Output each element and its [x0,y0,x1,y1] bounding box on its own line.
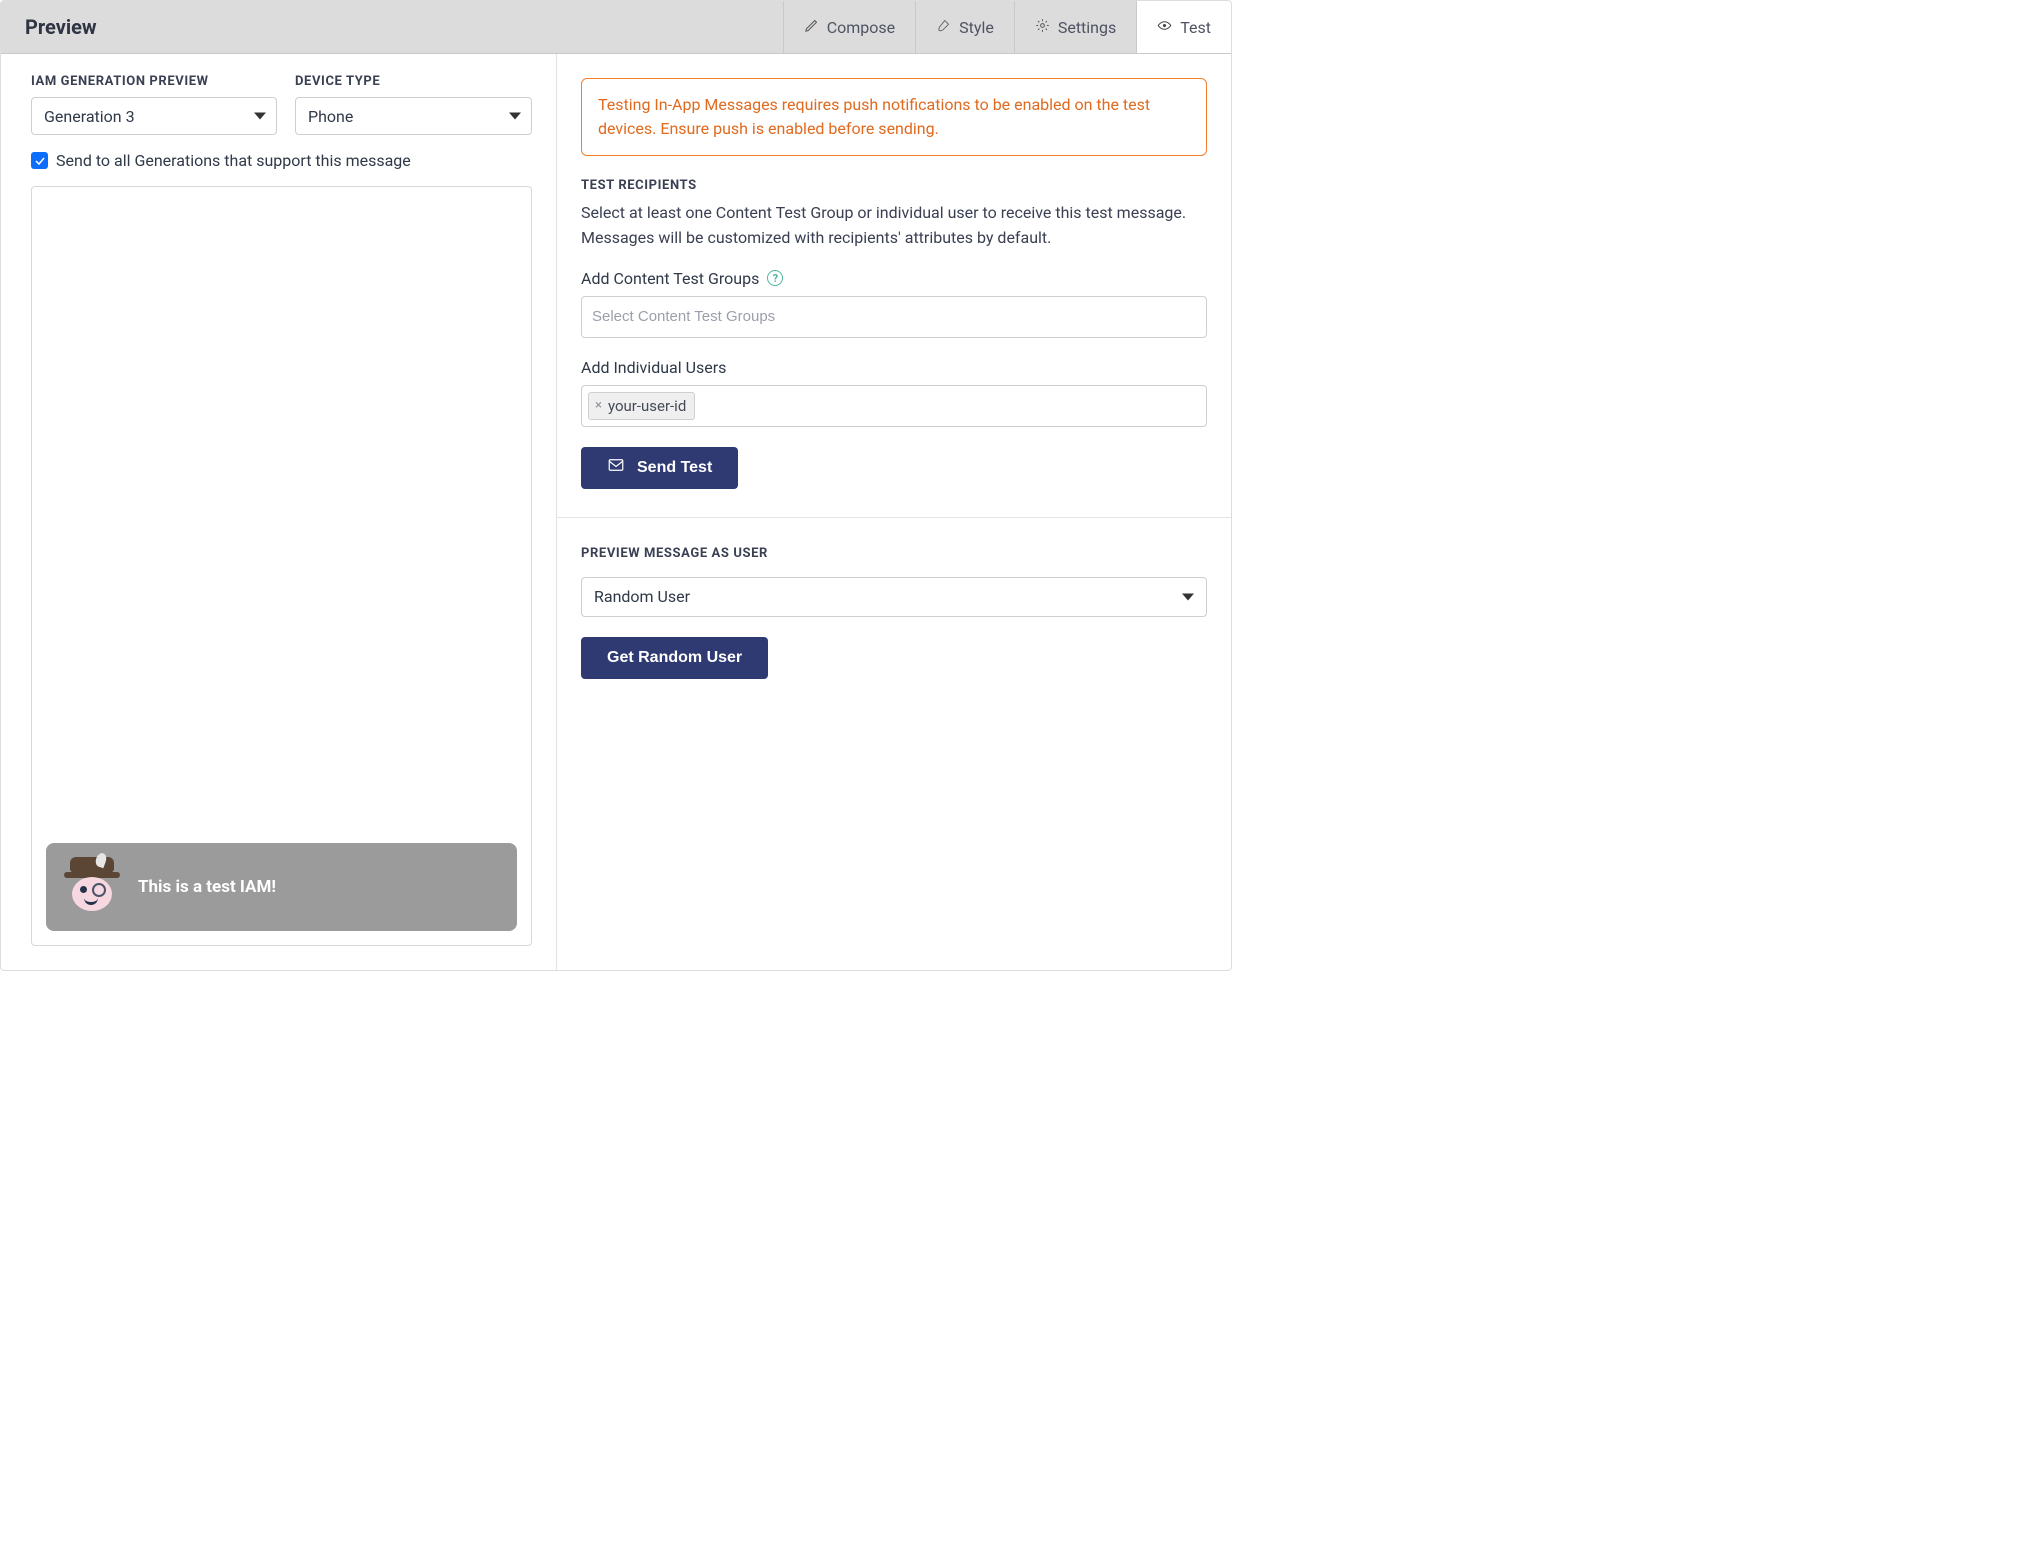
body: IAM GENERATION PREVIEW Generation 3 DEVI… [1,54,1231,970]
iam-generation-label: IAM GENERATION PREVIEW [31,74,277,89]
caret-down-icon [509,113,521,120]
send-all-generations-label: Send to all Generations that support thi… [56,151,411,170]
select-value: Generation 3 [44,107,135,126]
topbar: Preview Compose Style Settings [1,1,1231,54]
right-panel: Testing In-App Messages requires push no… [557,54,1231,970]
remove-tag-icon[interactable]: × [595,398,602,413]
envelope-icon [607,456,625,479]
brush-icon [936,18,951,37]
preview-as-user-heading: PREVIEW MESSAGE AS USER [581,546,1207,561]
tab-style[interactable]: Style [915,1,1014,53]
device-preview-frame: This is a test IAM! [31,186,532,946]
user-tag-text: your-user-id [608,397,686,415]
get-random-user-button[interactable]: Get Random User [581,637,768,679]
preview-as-user-select[interactable]: Random User [581,577,1207,617]
individual-users-input[interactable]: × your-user-id [581,385,1207,427]
get-random-user-label: Get Random User [607,649,742,667]
tab-label: Test [1180,18,1211,37]
app-window: Preview Compose Style Settings [0,0,1232,971]
tab-label: Style [959,18,994,37]
send-test-label: Send Test [637,459,712,477]
select-value: Phone [308,107,353,126]
send-all-generations-row[interactable]: Send to all Generations that support thi… [31,151,532,170]
push-warning-alert: Testing In-App Messages requires push no… [581,78,1207,156]
tab-label: Settings [1058,18,1116,37]
iam-toast: This is a test IAM! [46,843,517,931]
device-type-label: DEVICE TYPE [295,74,532,89]
test-recipients-heading: TEST RECIPIENTS [581,178,1207,193]
user-tag: × your-user-id [588,392,695,420]
select-value: Random User [594,587,690,606]
tab-settings[interactable]: Settings [1014,1,1136,53]
page-title: Preview [1,1,783,53]
tab-label: Compose [827,18,895,37]
topbar-tabs: Compose Style Settings Test [783,1,1231,53]
caret-down-icon [1182,593,1194,600]
content-test-groups-label: Add Content Test Groups [581,269,759,288]
tab-test[interactable]: Test [1136,1,1231,53]
individual-users-label: Add Individual Users [581,358,726,377]
gear-icon [1035,18,1050,37]
device-type-select[interactable]: Phone [295,97,532,135]
iam-generation-select[interactable]: Generation 3 [31,97,277,135]
avatar-icon [68,863,116,911]
pencil-icon [804,18,819,37]
test-recipients-description: Select at least one Content Test Group o… [581,201,1207,251]
send-test-button[interactable]: Send Test [581,447,738,489]
eye-icon [1157,18,1172,37]
caret-down-icon [254,113,266,120]
checkbox-checked-icon[interactable] [31,152,48,169]
divider [557,517,1231,518]
content-test-groups-input[interactable] [581,296,1207,338]
help-icon[interactable]: ? [767,270,783,286]
iam-toast-text: This is a test IAM! [138,877,276,897]
tab-compose[interactable]: Compose [783,1,915,53]
left-panel: IAM GENERATION PREVIEW Generation 3 DEVI… [1,54,557,970]
